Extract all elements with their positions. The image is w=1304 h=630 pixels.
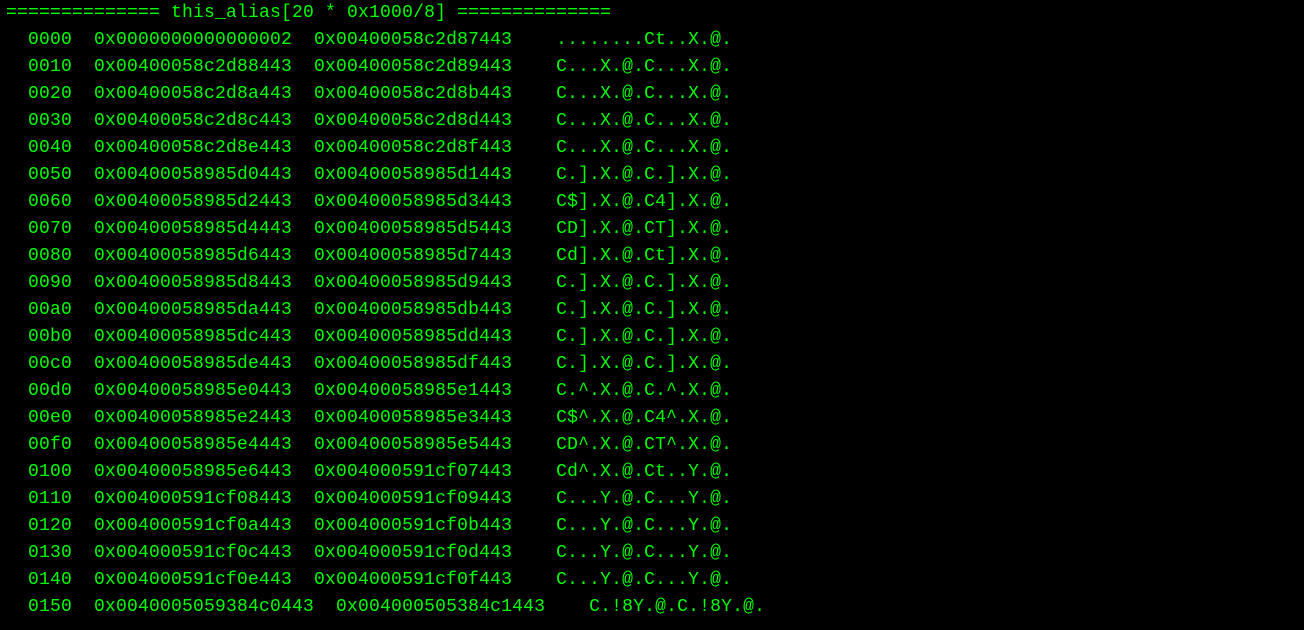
hex-dump-output: ============== this_alias[20 * 0x1000/8]… [0, 0, 1304, 621]
